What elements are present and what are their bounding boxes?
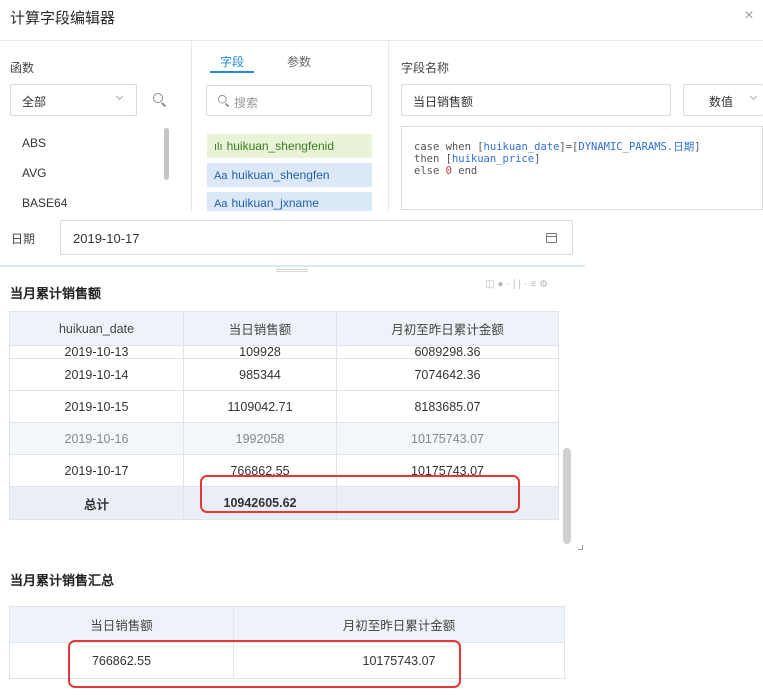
table-cell: 2019-10-16 bbox=[9, 422, 184, 455]
highlight-box bbox=[200, 475, 520, 513]
tab-fields[interactable]: 字段 bbox=[220, 53, 244, 70]
close-icon[interactable]: × bbox=[742, 8, 756, 24]
header-divider bbox=[0, 40, 763, 41]
field-type-value: 数值 bbox=[709, 95, 734, 109]
table-scrollbar[interactable] bbox=[563, 448, 571, 544]
field-search-input[interactable]: 搜索 bbox=[206, 85, 372, 116]
table-cell: 985344 bbox=[183, 358, 337, 391]
function-list-scrollbar[interactable] bbox=[164, 128, 169, 180]
table-cell: 2019-10-17 bbox=[9, 454, 184, 487]
table-cell: 2019-10-13 bbox=[9, 345, 184, 359]
function-item[interactable]: BASE64 bbox=[22, 196, 67, 210]
settings-icon[interactable]: ⚙ bbox=[539, 279, 551, 290]
table-icon[interactable]: ≡ bbox=[530, 279, 539, 290]
field-item-huikuan-shengfenid[interactable]: ılı huikuan_shengfenid bbox=[207, 134, 372, 158]
table-cell: 2019-10-15 bbox=[9, 390, 184, 423]
field-item-huikuan-shengfen[interactable]: Aa huikuan_shengfen bbox=[207, 163, 372, 187]
table-row: 2019-10-14 985344 7074642.36 bbox=[9, 358, 559, 391]
table-cell: 6089298.36 bbox=[336, 345, 559, 359]
date-filter-row: 日期 2019-10-17 bbox=[0, 211, 585, 265]
total-label: 总计 bbox=[9, 486, 184, 520]
field-name-value: 当日销售额 bbox=[413, 95, 474, 109]
resize-handle[interactable] bbox=[578, 545, 583, 550]
column-header[interactable]: 月初至昨日累计金额 bbox=[336, 311, 559, 346]
date-picker-input[interactable]: 2019-10-17 bbox=[60, 220, 573, 255]
calendar-icon[interactable] bbox=[546, 233, 557, 243]
field-search-placeholder: 搜索 bbox=[234, 96, 259, 110]
text-field-icon: Aa bbox=[214, 198, 228, 210]
field-name-input[interactable]: 当日销售额 bbox=[401, 84, 671, 116]
panel-title: 当月累计销售额 bbox=[10, 286, 102, 301]
export-icon[interactable]: ◫ bbox=[485, 279, 497, 290]
column-header[interactable]: 月初至昨日累计金额 bbox=[233, 606, 565, 643]
field-item-label: huikuan_jxname bbox=[231, 196, 319, 210]
field-item-label: huikuan_shengfen bbox=[231, 168, 330, 182]
formula-editor[interactable]: case when [huikuan_date]=[DYNAMIC_PARAMS… bbox=[401, 126, 763, 210]
split-icon[interactable]: ·||· bbox=[507, 279, 531, 290]
table-cell: 1109042.71 bbox=[183, 390, 337, 423]
table-cell: 1992058 bbox=[183, 422, 337, 455]
text-field-icon: Aa bbox=[214, 170, 228, 182]
tab-params[interactable]: 参数 bbox=[287, 53, 311, 70]
column-header[interactable]: 当日销售额 bbox=[9, 606, 234, 643]
column-divider bbox=[388, 41, 389, 211]
table-row: 2019-10-15 1109042.71 8183685.07 bbox=[9, 390, 559, 423]
table-row: 2019-10-13 109928 6089298.36 bbox=[9, 345, 559, 359]
active-tab-indicator bbox=[210, 71, 254, 73]
function-item[interactable]: AVG bbox=[22, 166, 46, 180]
info-icon[interactable]: ● bbox=[497, 279, 506, 290]
bar-chart-icon: ılı bbox=[214, 141, 223, 153]
table-row: 2019-10-16 1992058 10175743.07 bbox=[9, 422, 559, 455]
search-icon bbox=[218, 95, 230, 107]
highlight-box bbox=[68, 640, 461, 688]
field-type-select[interactable]: 数值 bbox=[683, 84, 763, 116]
table-cell: 10175743.07 bbox=[336, 422, 559, 455]
function-category-select[interactable]: 全部 bbox=[10, 84, 137, 116]
column-header[interactable]: 当日销售额 bbox=[183, 311, 337, 346]
code-field-token: huikuan_price bbox=[451, 153, 535, 165]
field-name-label: 字段名称 bbox=[401, 61, 450, 75]
column-header[interactable]: huikuan_date bbox=[9, 311, 184, 346]
code-param-token: DYNAMIC_PARAMS.日期 bbox=[578, 141, 695, 153]
field-item-huikuan-jxname[interactable]: Aa huikuan_jxname bbox=[207, 192, 372, 211]
table-cell: 7074642.36 bbox=[336, 358, 559, 391]
date-value: 2019-10-17 bbox=[73, 231, 140, 246]
code-field-token: huikuan_date bbox=[483, 141, 560, 153]
table-cell: 8183685.07 bbox=[336, 390, 559, 423]
panel-toolbar: ◫●·||·≡⚙ bbox=[485, 279, 551, 290]
panel-title: 当月累计销售汇总 bbox=[10, 573, 115, 588]
table-cell: 2019-10-14 bbox=[9, 358, 184, 391]
chevron-down-icon bbox=[749, 92, 758, 101]
functions-label: 函数 bbox=[10, 61, 35, 75]
dialog-title: 计算字段编辑器 bbox=[10, 10, 116, 27]
field-item-label: huikuan_shengfenid bbox=[226, 139, 334, 153]
date-label: 日期 bbox=[11, 232, 36, 246]
search-icon[interactable] bbox=[153, 93, 167, 107]
chevron-down-icon bbox=[115, 92, 124, 101]
function-category-value: 全部 bbox=[22, 95, 47, 109]
drag-handle[interactable] bbox=[276, 269, 308, 272]
table-cell: 109928 bbox=[183, 345, 337, 359]
column-divider bbox=[191, 41, 192, 211]
function-item[interactable]: ABS bbox=[22, 136, 46, 150]
